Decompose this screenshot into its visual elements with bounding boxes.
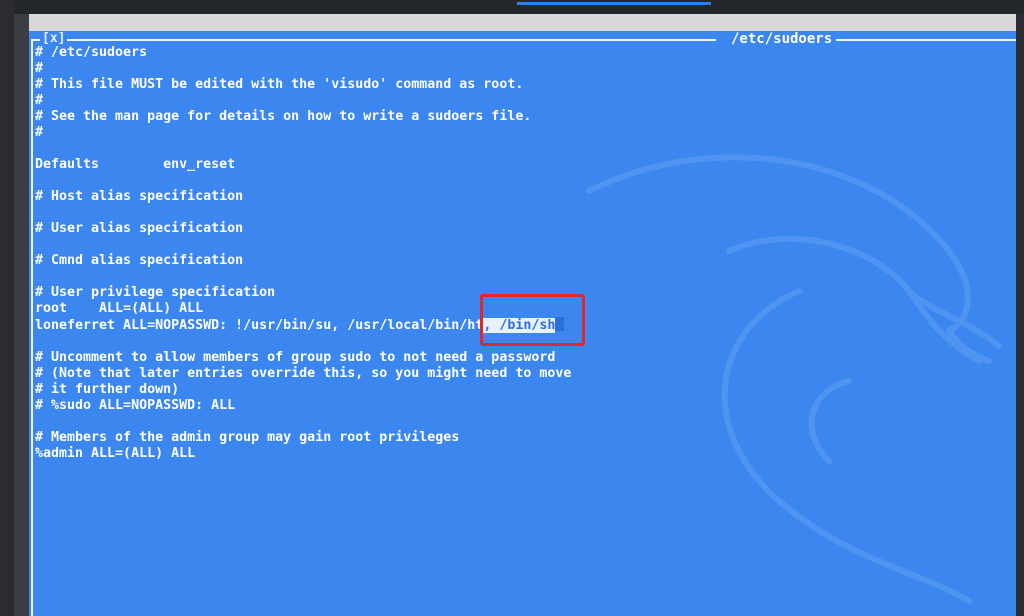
window-frame-top-left	[31, 39, 716, 41]
window-frame-top-right	[834, 39, 1016, 41]
dragon-watermark-icon	[586, 154, 1002, 604]
code-line: # Cmnd alias specification	[35, 253, 244, 268]
code-line: %admin ALL=(ALL) ALL	[35, 446, 196, 461]
editor-text-area[interactable]: # /etc/sudoers # # This file MUST be edi…	[35, 45, 571, 462]
desktop-right-edge	[1016, 14, 1024, 616]
code-line: # Members of the admin group may gain ro…	[35, 430, 460, 445]
menu-bar: FileEditWindowsHelpTexteditor	[29, 14, 1016, 47]
code-line: # User privilege specification	[35, 285, 276, 300]
code-line: # %sudo ALL=NOPASSWD: ALL	[35, 398, 236, 413]
code-line: # Uncomment to allow members of group su…	[35, 350, 556, 365]
code-line: # See the man page for details on how to…	[35, 109, 532, 124]
active-tab-indicator	[517, 2, 711, 5]
code-line: # This file MUST be edited with the 'vis…	[35, 77, 524, 92]
text-editor-window[interactable]: [x] /etc/sudoers # /etc/sudoers # # This…	[29, 31, 1016, 616]
code-line: Defaults env_reset	[35, 157, 236, 172]
edited-line-prefix: loneferret ALL=NOPASSWD: !/usr/bin/su, /…	[35, 318, 484, 333]
code-line: # (Note that later entries override this…	[35, 366, 572, 381]
code-line: #	[35, 125, 44, 140]
code-line: #	[35, 93, 44, 108]
desktop-left-strip	[0, 0, 14, 616]
code-line: # /etc/sudoers	[35, 45, 148, 60]
window-frame-left	[31, 39, 33, 616]
window-title: /etc/sudoers	[727, 31, 837, 47]
red-annotation-box	[480, 294, 585, 346]
code-line: # User alias specification	[35, 221, 244, 236]
code-line: # Host alias specification	[35, 189, 244, 204]
code-line: #	[35, 61, 44, 76]
code-line: root ALL=(ALL) ALL	[35, 301, 204, 316]
code-line: # it further down)	[35, 382, 180, 397]
